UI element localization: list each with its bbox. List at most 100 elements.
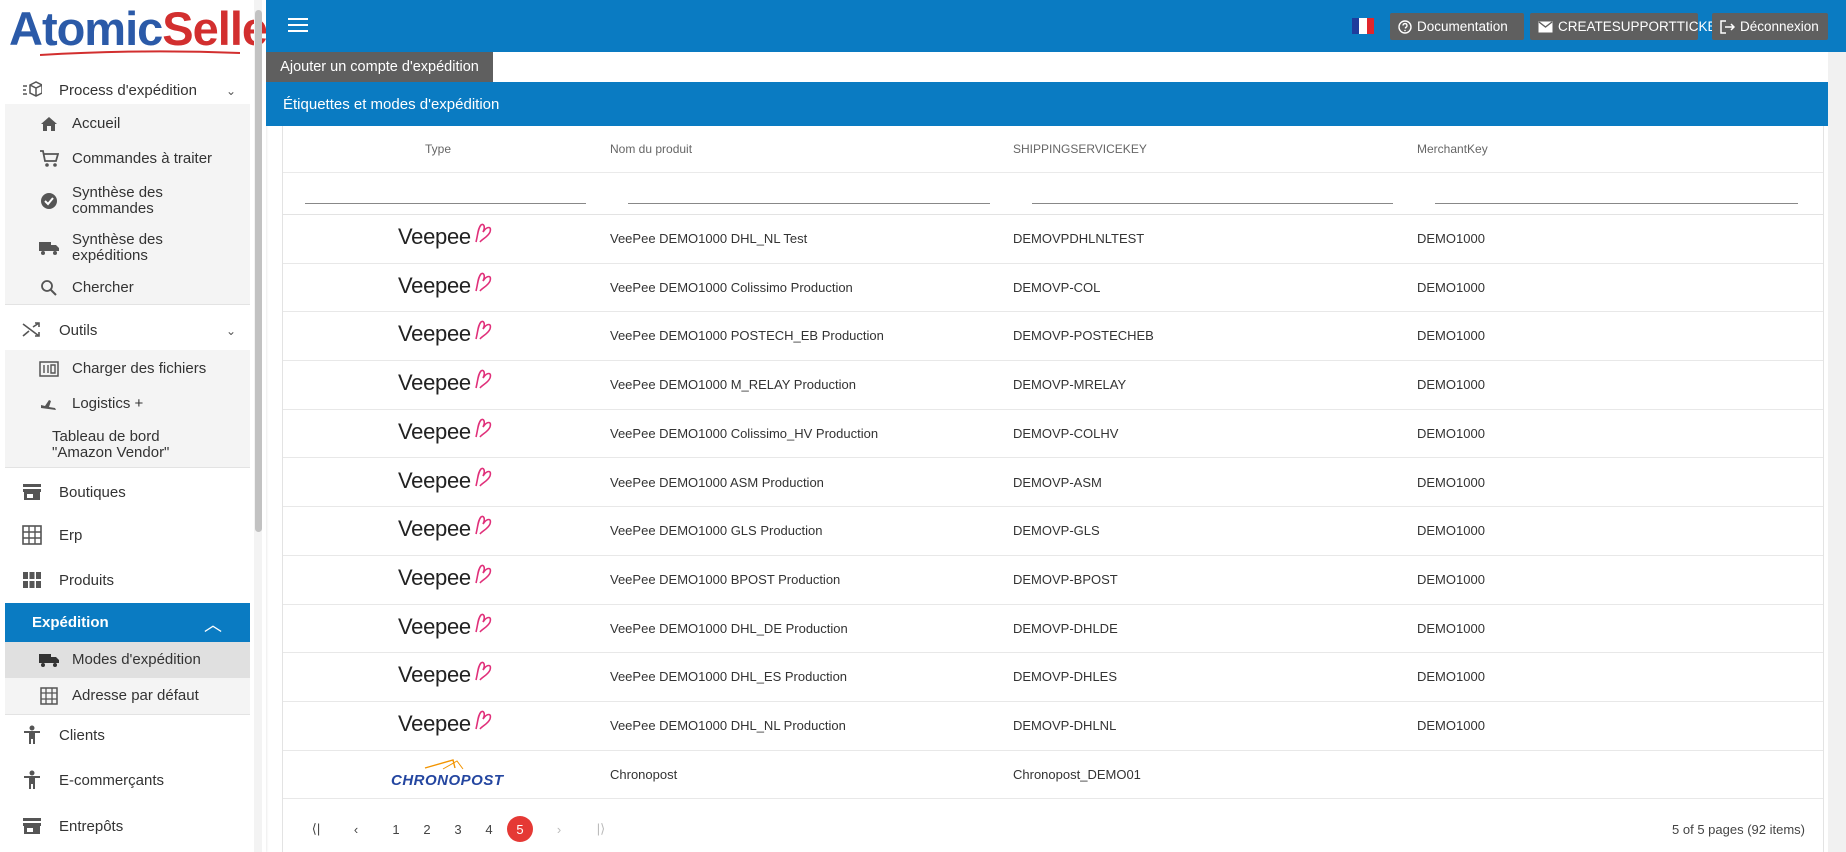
add-shipping-account-button[interactable]: Ajouter un compte d'expédition — [266, 52, 493, 82]
filter-input-product[interactable] — [628, 203, 990, 204]
sidebar-item-ecommercants[interactable]: E-commerçants — [5, 760, 250, 800]
carrier-logo-text: Veepee — [398, 467, 471, 493]
mail-icon — [1538, 20, 1553, 33]
sidebar-section-outils[interactable]: Outils ⌄ — [5, 310, 250, 350]
carrier-logo-veepee: Veepee — [398, 321, 528, 353]
sidebar-item-label: Accueil — [72, 115, 121, 132]
table-row[interactable]: Veepee VeePee DEMO1000 Colissimo_HV Produ… — [283, 409, 1823, 459]
cell-merchant-key: DEMO1000 — [1417, 669, 1485, 685]
app-logo[interactable]: AtomicSeller — [9, 4, 266, 56]
page-number-button[interactable]: 3 — [445, 816, 471, 842]
butterfly-icon — [475, 272, 492, 292]
sidebar-item-label: Synthèse des expéditions — [72, 231, 163, 264]
table-row[interactable]: CHRONOPOST Chronopost Chronopost_DEMO01 — [283, 750, 1823, 800]
last-page-icon[interactable]: |⟩ — [588, 816, 614, 842]
sidebar-item-entrepots[interactable]: Entrepôts — [5, 806, 250, 846]
carrier-logo-text: Veepee — [398, 370, 471, 396]
gear-badge-icon — [38, 190, 60, 212]
carrier-logo-text: Veepee — [398, 418, 471, 444]
menu-icon[interactable] — [288, 18, 308, 34]
table-row[interactable]: Veepee VeePee DEMO1000 BPOST Production DE… — [283, 555, 1823, 605]
cell-service-key: Chronopost_DEMO01 — [1013, 766, 1141, 782]
sidebar-item-synthese-expeditions[interactable]: Synthèse des expéditions — [5, 231, 250, 265]
column-header-merchant-key[interactable]: MerchantKey — [1417, 142, 1488, 156]
column-header-product[interactable]: Nom du produit — [610, 142, 692, 156]
truck-icon — [38, 237, 60, 259]
support-ticket-button[interactable]: CREATESUPPORTTICKET — [1530, 13, 1725, 40]
page-number-button[interactable]: 5 — [507, 816, 533, 842]
chevron-down-icon: ⌄ — [225, 84, 236, 98]
sidebar-item-logistics[interactable]: Logistics + — [5, 392, 250, 416]
cell-product: VeePee DEMO1000 DHL_NL Production — [610, 718, 846, 733]
carrier-logo-veepee: Veepee — [398, 564, 528, 597]
logout-button[interactable]: Déconnexion — [1712, 13, 1828, 40]
sidebar-item-commandes[interactable]: Commandes à traiter — [5, 147, 250, 171]
sidebar-item-boutiques[interactable]: Boutiques — [5, 472, 250, 512]
filter-input-service-key[interactable] — [1032, 203, 1393, 204]
sidebar-item-erp[interactable]: Erp — [5, 515, 250, 555]
table-row[interactable]: Veepee VeePee DEMO1000 DHL_NL Test DEMOVPD… — [283, 214, 1823, 264]
documentation-button[interactable]: Documentation — [1390, 13, 1524, 40]
sidebar-item-adresse-defaut[interactable]: Adresse par défaut — [5, 684, 250, 708]
cell-product: VeePee DEMO1000 Colissimo Production — [610, 279, 853, 295]
carrier-logo-veepee: Veepee — [398, 515, 528, 548]
sidebar-item-clients[interactable]: Clients — [5, 715, 250, 755]
page-number-button[interactable]: 2 — [414, 816, 440, 842]
carrier-logo-text: Veepee — [398, 564, 471, 590]
sidebar-item-chercher[interactable]: Chercher — [5, 276, 250, 300]
help-circle-icon — [1398, 19, 1412, 34]
table-row[interactable]: Veepee VeePee DEMO1000 DHL_NL Production D… — [283, 701, 1823, 751]
cell-merchant-key: DEMO1000 — [1417, 620, 1485, 636]
table-row[interactable]: Veepee VeePee DEMO1000 ASM Production DEMO… — [283, 458, 1823, 508]
carrier-logo-text: CHRONOPOST — [391, 771, 504, 789]
sidebar-label: Boutiques — [59, 484, 126, 501]
sidebar-item-modes-expedition[interactable]: Modes d'expédition — [5, 642, 250, 678]
sidebar-section-expedition[interactable]: Expédition ︿ — [5, 603, 250, 642]
sidebar-item-produits[interactable]: Produits — [5, 560, 250, 600]
column-header-service-key[interactable]: SHIPPINGSERVICEKEY — [1013, 142, 1147, 156]
butterfly-icon — [475, 661, 492, 681]
prev-page-icon[interactable]: ‹ — [343, 816, 369, 842]
page-scrollbar-track[interactable] — [1828, 52, 1846, 852]
sidebar-label: Outils — [59, 322, 98, 339]
table-row[interactable]: Veepee VeePee DEMO1000 M_RELAY Production… — [283, 360, 1823, 410]
page-number-button[interactable]: 1 — [383, 816, 409, 842]
column-header-type[interactable]: Type — [425, 142, 451, 156]
table-row[interactable]: Veepee VeePee DEMO1000 Colissimo Producti… — [283, 263, 1823, 313]
cell-merchant-key: DEMO1000 — [1417, 718, 1485, 733]
next-page-icon[interactable]: › — [546, 816, 572, 842]
sidebar-item-amazon-vendor[interactable]: Tableau de bord "Amazon Vendor" — [5, 428, 250, 462]
cell-product: VeePee DEMO1000 POSTECH_EB Production — [610, 328, 884, 344]
documentation-label: Documentation — [1417, 19, 1508, 34]
carrier-logo-text: Veepee — [398, 711, 471, 736]
table-row[interactable]: Veepee VeePee DEMO1000 DHL_DE Production D… — [283, 604, 1823, 654]
sidebar-label: Clients — [59, 727, 105, 744]
filter-input-type[interactable] — [305, 203, 586, 204]
carrier-logo-text: Veepee — [398, 516, 471, 542]
logout-icon — [1720, 19, 1735, 34]
sidebar-item-label: Adresse par défaut — [72, 687, 199, 704]
french-flag-icon[interactable] — [1352, 18, 1374, 34]
sidebar-item-accueil[interactable]: Accueil — [5, 112, 250, 136]
sidebar-item-synthese-commandes[interactable]: Synthèse des commandes — [5, 184, 250, 218]
cell-service-key: DEMOVP-GLS — [1013, 523, 1100, 539]
carrier-logo-chronopost: CHRONOPOST — [391, 758, 521, 790]
cell-service-key: DEMOVP-DHLDE — [1013, 620, 1118, 636]
page-number-button[interactable]: 4 — [476, 816, 502, 842]
carrier-logo-text: Veepee — [398, 272, 471, 298]
table-row[interactable]: Veepee VeePee DEMO1000 DHL_ES Production D… — [283, 652, 1823, 702]
first-page-icon[interactable]: ⟨| — [303, 816, 329, 842]
cell-service-key: DEMOVP-ASM — [1013, 474, 1102, 490]
sidebar-scrollbar-thumb[interactable] — [255, 10, 262, 532]
carrier-logo-veepee: Veepee — [398, 467, 528, 500]
butterfly-icon — [475, 418, 492, 438]
table-row[interactable]: Veepee VeePee DEMO1000 POSTECH_EB Product… — [283, 311, 1823, 362]
cell-merchant-key: DEMO1000 — [1417, 474, 1485, 490]
sidebar-item-charger-fichiers[interactable]: Charger des fichiers — [5, 357, 250, 381]
add-shipping-account-label: Ajouter un compte d'expédition — [280, 59, 479, 75]
shipping-modes-grid: Type Nom du produit SHIPPINGSERVICEKEY M… — [282, 126, 1824, 852]
filter-input-merchant-key[interactable] — [1435, 203, 1798, 204]
butterfly-icon — [475, 369, 492, 389]
butterfly-icon — [475, 321, 492, 340]
table-row[interactable]: Veepee VeePee DEMO1000 GLS Production DEMO… — [283, 506, 1823, 556]
